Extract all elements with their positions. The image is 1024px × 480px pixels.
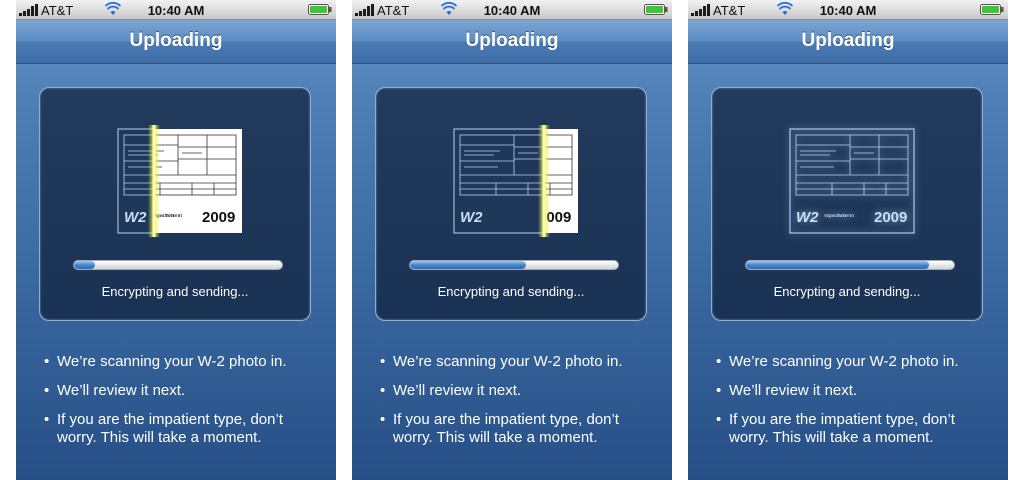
upload-panel: W2 Wage and Tax Statement 2009 <box>39 87 311 321</box>
status-caption: Encrypting and sending... <box>101 284 249 299</box>
bullet-item: We’ll review it next. <box>44 382 319 400</box>
scanned-w2-label: W2 <box>460 209 483 226</box>
w2-year: 2009 <box>202 209 235 226</box>
nav-title: Uploading <box>465 30 559 51</box>
phone-screen-3: AT&T 10:40 AM Uploading W2 Wage and Tax … <box>688 0 1008 480</box>
bullet-item: We’re scanning your W-2 photo in. <box>380 353 655 371</box>
progress-fill <box>746 261 930 269</box>
status-time: 10:40 AM <box>819 3 877 18</box>
battery-icon <box>644 4 668 15</box>
upload-progress-bar <box>409 260 619 270</box>
bullet-item: We’ll review it next. <box>716 382 991 400</box>
upload-progress-bar <box>73 260 283 270</box>
nav-title: Uploading <box>801 30 895 51</box>
phone-screen-1: AT&T 10:40 AM Uploading and Tax Statemen… <box>16 0 336 480</box>
info-bullet-list: We’re scanning your W-2 photo in. We’ll … <box>44 353 319 458</box>
info-bullet-list: We’re scanning your W-2 photo in. We’ll … <box>716 353 991 458</box>
progress-fill <box>74 261 95 269</box>
w2-document-image: W2 Wage and Tax Statement 2009 <box>789 128 915 234</box>
bullet-item: If you are the impatient type, don’t wor… <box>44 411 319 447</box>
nav-bar: Uploading <box>688 20 1008 64</box>
status-caption: Encrypting and sending... <box>773 284 921 299</box>
battery-icon <box>308 4 332 15</box>
scan-glow-bar <box>538 125 550 237</box>
info-bullet-list: We’re scanning your W-2 photo in. We’ll … <box>380 353 655 458</box>
nav-bar: Uploading <box>16 20 336 64</box>
w2-document-image: W2 Wage and Tax Statement 2009 <box>453 125 578 237</box>
upload-progress-bar <box>745 260 955 270</box>
status-time: 10:40 AM <box>483 3 541 18</box>
bullet-item: If you are the impatient type, don’t wor… <box>716 411 991 447</box>
nav-bar: Uploading <box>352 20 672 64</box>
progress-fill <box>410 261 527 269</box>
nav-title: Uploading <box>129 30 223 51</box>
status-time: 10:40 AM <box>147 3 205 18</box>
w2-subtitle: Wage and Tax Statement <box>824 213 855 218</box>
bullet-item: If you are the impatient type, don’t wor… <box>380 411 655 447</box>
scanned-w2-label: W2 <box>124 209 147 226</box>
w2-document-image: W2 Wage and Tax Statement 2009 <box>117 125 242 237</box>
status-bar: AT&T 10:40 AM <box>688 0 1008 20</box>
upload-panel: W2 Wage and Tax Statement 2009 <box>375 87 647 321</box>
upload-panel: W2 Wage and Tax Statement 2009 <box>711 87 983 321</box>
bullet-item: We’re scanning your W-2 photo in. <box>716 353 991 371</box>
w2-form-label: W2 <box>796 209 819 226</box>
phone-screen-2: AT&T 10:40 AM Uploading 2009 W2 Encrypti… <box>352 0 672 480</box>
bullet-item: We’ll review it next. <box>380 382 655 400</box>
status-bar: AT&T 10:40 AM <box>352 0 672 20</box>
w2-year: 2009 <box>874 209 907 226</box>
bullet-item: We’re scanning your W-2 photo in. <box>44 353 319 371</box>
battery-icon <box>980 4 1004 15</box>
document-form-lines <box>795 134 909 196</box>
status-bar: AT&T 10:40 AM <box>16 0 336 20</box>
scan-glow-bar <box>148 125 160 237</box>
status-caption: Encrypting and sending... <box>437 284 585 299</box>
